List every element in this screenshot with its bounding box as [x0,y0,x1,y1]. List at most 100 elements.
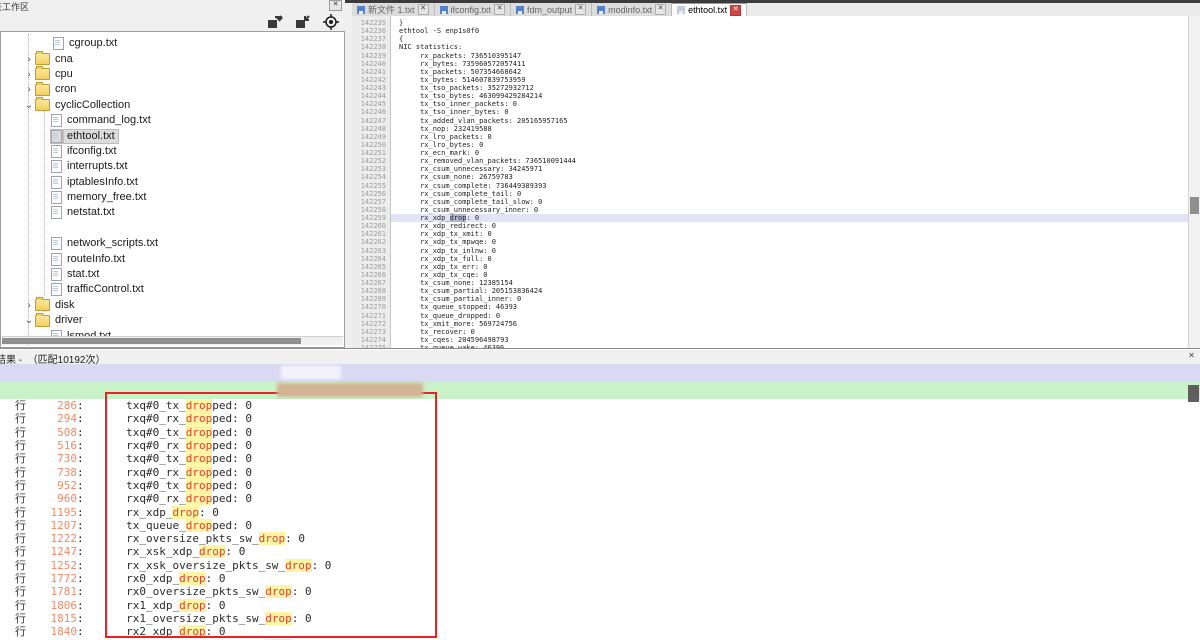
editor-tab[interactable]: 新文件 1.txt ✕ [352,3,435,16]
code-line: 142249 rx_lro_packets: 0 [352,133,1188,141]
editor-tab[interactable]: ethtool.txt ✕ [672,3,747,16]
result-row[interactable]: 行 294 : rxq#0_rx_dropped: 0 [0,412,1200,425]
tree-item[interactable]: interrupts.txt [1,159,344,174]
result-file-path-row[interactable]: E:\日志\armod0523.odata.ncmp.unicom.locala… [0,382,1200,399]
tab-close-icon[interactable]: ✕ [655,4,666,15]
tree-expander-icon[interactable]: ⌄ [23,315,35,326]
tree-item[interactable]: trafficControl.txt [1,282,344,297]
tree-item[interactable]: network_scripts.txt [1,236,344,251]
tree-item-label: cna [52,53,76,66]
code-line: 142241 tx_packets: 507354668642 [352,68,1188,76]
tab-close-icon[interactable]: ✕ [730,5,741,16]
match-highlight: drop [259,532,286,545]
tree-item[interactable]: ifconfig.txt [1,144,344,159]
tree-item[interactable]: ⌄ driver [1,313,344,328]
result-row[interactable]: 行 508 : txq#0_tx_dropped: 0 [0,426,1200,439]
result-row[interactable]: 行 1806 : rx1_xdp_drop: 0 [0,599,1200,612]
result-row[interactable]: 行 1222 : rx_oversize_pkts_sw_drop: 0 [0,532,1200,545]
expand-all-icon[interactable] [265,13,285,30]
code-area[interactable]: 142235 } 142236 ethtool -S enp1s0f0 1422… [352,16,1188,348]
tree-item[interactable]: › cron [1,82,344,97]
tree-item-label: cpu [52,68,76,81]
result-row[interactable]: 行 1815 : rx1_oversize_pkts_sw_drop: 0 [0,612,1200,625]
result-row[interactable]: 行 516 : rxq#0_rx_dropped: 0 [0,439,1200,452]
result-line-number: 516 [29,439,77,452]
results-close-icon[interactable]: ✕ [1186,351,1197,361]
tree-expander-icon[interactable]: › [23,69,35,80]
editor-tab[interactable]: ifconfig.txt ✕ [435,3,512,16]
result-row[interactable]: 行 952 : txq#0_tx_dropped: 0 [0,479,1200,492]
editor-tab[interactable]: fdm_output ✕ [511,3,592,16]
line-number: 142255 [352,182,391,190]
tab-close-icon[interactable]: ✕ [494,4,505,15]
tree-expander-icon[interactable]: › [23,54,35,65]
tree-expander-icon[interactable]: › [23,84,35,95]
line-word-label: 行 [15,412,29,425]
collapse-all-icon[interactable] [293,13,313,30]
editor-vertical-scrollbar[interactable] [1188,16,1200,348]
code-line: 142260 rx_xdp_redirect: 0 [352,222,1188,230]
tree-node-icon [51,253,62,266]
result-row[interactable]: 行 960 : rxq#0_rx_dropped: 0 [0,492,1200,505]
workspace-close-icon[interactable]: ✕ [329,0,342,11]
tab-close-icon[interactable]: ✕ [575,4,586,15]
tree-item[interactable]: › cna [1,51,344,66]
tree-node-icon [51,114,62,127]
file-saved-icon [597,6,605,14]
locate-file-icon[interactable] [321,13,341,30]
result-row[interactable]: 行 1772 : rx0_xdp_drop: 0 [0,572,1200,585]
tree-item[interactable]: command_log.txt [1,113,344,128]
line-word-label: 行 [15,426,29,439]
tree-node-icon [51,145,62,158]
editor-tab[interactable]: modinfo.txt ✕ [592,3,672,16]
result-row[interactable]: 行 1781 : rx0_oversize_pkts_sw_drop: 0 [0,585,1200,598]
tree-item[interactable]: › cpu [1,67,344,82]
tree-node-icon [51,176,62,189]
line-number: 142261 [352,230,391,238]
result-row[interactable]: 行 738 : rxq#0_rx_dropped: 0 [0,466,1200,479]
code-line: 142268 tx_csum_partial: 205153836424 [352,287,1188,295]
tree-expander-icon[interactable]: ⌄ [23,100,35,111]
tab-close-icon[interactable]: ✕ [418,4,429,15]
editor-vscroll-thumb[interactable] [1190,197,1199,214]
tree-item[interactable]: memory_free.txt [1,190,344,205]
code-line: 142264 rx_xdp_tx_full: 0 [352,255,1188,263]
tree-item-label: ethtool.txt [64,130,118,143]
line-number: 142260 [352,222,391,230]
tree-node-icon [51,237,62,250]
line-number: 142250 [352,141,391,149]
tree-node-icon [51,206,62,219]
result-line-number: 294 [29,412,77,425]
tree-node-icon [35,53,50,65]
tree-item[interactable]: routeInfo.txt [1,251,344,266]
tree-item[interactable]: netstat.txt [1,205,344,220]
tree-item[interactable]: iptablesInfo.txt [1,175,344,190]
tree-node-icon [35,99,50,111]
tree-node-icon [53,37,64,50]
tree-hscroll-thumb[interactable] [2,338,301,344]
result-row[interactable]: 行 730 : txq#0_tx_dropped: 0 [0,452,1200,465]
tree-item[interactable]: ⌄ cyclicCollection [1,98,344,113]
result-row[interactable]: 行 1252 : rx_xsk_oversize_pkts_sw_drop: 0 [0,559,1200,572]
code-line: 142240 rx_bytes: 735960572057411 [352,60,1188,68]
result-row[interactable]: 行 1195 : rx_xdp_drop: 0 [0,506,1200,519]
line-number: 142271 [352,312,391,320]
result-row[interactable]: 行 1247 : rx_xsk_xdp_drop: 0 [0,545,1200,558]
tree-expander-icon[interactable]: › [23,300,35,311]
result-line-number: 738 [29,466,77,479]
result-row[interactable]: 行 1207 : tx_queue_dropped: 0 [0,519,1200,532]
tree-horizontal-scrollbar[interactable] [2,336,343,345]
line-number: 142238 [352,43,391,51]
result-line-number: 1222 [29,532,77,545]
tree-item[interactable]: cgroup.txt [1,36,344,51]
results-vscroll-thumb[interactable] [1188,385,1199,402]
tree-item[interactable]: › disk [1,298,344,313]
tree-item[interactable]: stat.txt [1,267,344,282]
result-row[interactable]: 行 286 : txq#0_tx_dropped: 0 [0,399,1200,412]
match-highlight: drop [186,399,213,412]
tree-item[interactable]: ethtool.txt [1,128,344,143]
result-row[interactable]: 行 1840 : rx2_xdp_drop: 0 [0,625,1200,638]
line-number: 142269 [352,295,391,303]
line-number: 142247 [352,117,391,125]
code-line: 142248 tx_nop: 232419588 [352,125,1188,133]
